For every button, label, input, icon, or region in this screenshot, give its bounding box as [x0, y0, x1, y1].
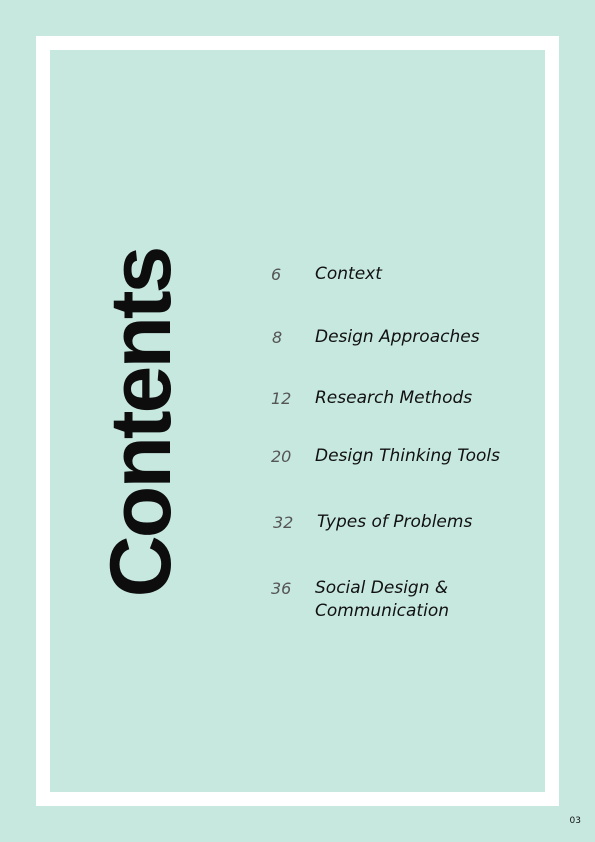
toc-number-social-design: 36 — [271, 579, 292, 598]
title-container: Contents — [93, 249, 189, 598]
toc-number-design-approaches: 8 — [272, 328, 283, 347]
toc-title-design-approaches: Design Approaches — [315, 327, 480, 347]
toc-title-social-design-line1: Social Design & — [315, 578, 449, 598]
page-number: 03 — [569, 816, 581, 826]
toc-title-types-of-problems: Types of Problems — [317, 512, 473, 532]
toc-title-research-methods: Research Methods — [315, 388, 473, 408]
toc-number-types-of-problems: 32 — [273, 513, 294, 532]
toc-title-design-thinking-tools: Design Thinking Tools — [315, 446, 500, 466]
toc-number-research-methods: 12 — [271, 389, 292, 408]
toc-number-design-thinking-tools: 20 — [271, 447, 292, 466]
page-title: Contents — [93, 248, 189, 598]
toc-number-context: 6 — [271, 265, 282, 284]
toc-title-social-design-line2: Communication — [315, 601, 449, 621]
toc-title-context: Context — [315, 264, 382, 284]
